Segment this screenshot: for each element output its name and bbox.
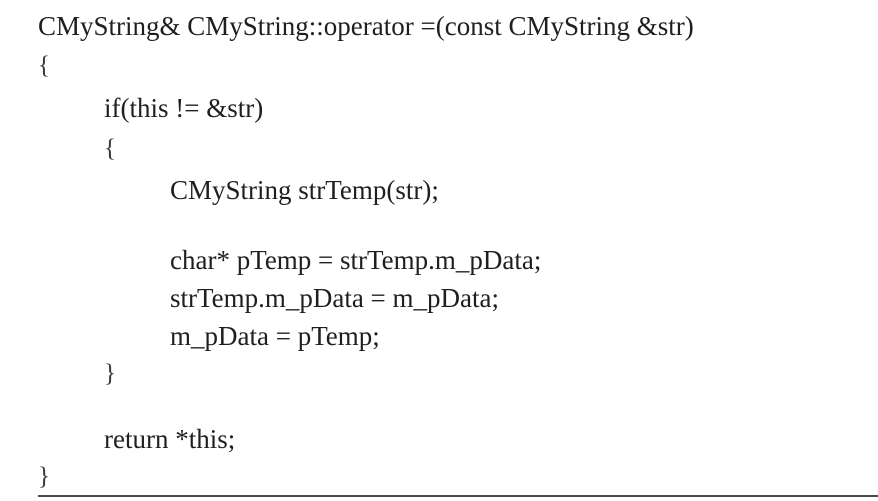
function-open-brace: { <box>38 52 50 79</box>
return-line: return *this; <box>104 424 236 454</box>
bottom-rule-divider <box>38 495 878 497</box>
swap-data-line: strTemp.m_pData = m_pData; <box>170 283 500 313</box>
temp-pointer-line: char* pTemp = strTemp.m_pData; <box>170 245 542 275</box>
if-close-brace: } <box>104 360 116 387</box>
if-open-brace: { <box>104 135 116 162</box>
if-condition-line: if(this != &str) <box>104 93 264 123</box>
assign-data-line: m_pData = pTemp; <box>170 321 380 351</box>
function-close-brace: } <box>38 463 50 490</box>
function-signature-line: CMyString& CMyString::operator =(const C… <box>38 11 694 41</box>
code-listing: CMyString& CMyString::operator =(const C… <box>0 0 878 501</box>
temp-string-declaration-line: CMyString strTemp(str); <box>170 175 439 205</box>
